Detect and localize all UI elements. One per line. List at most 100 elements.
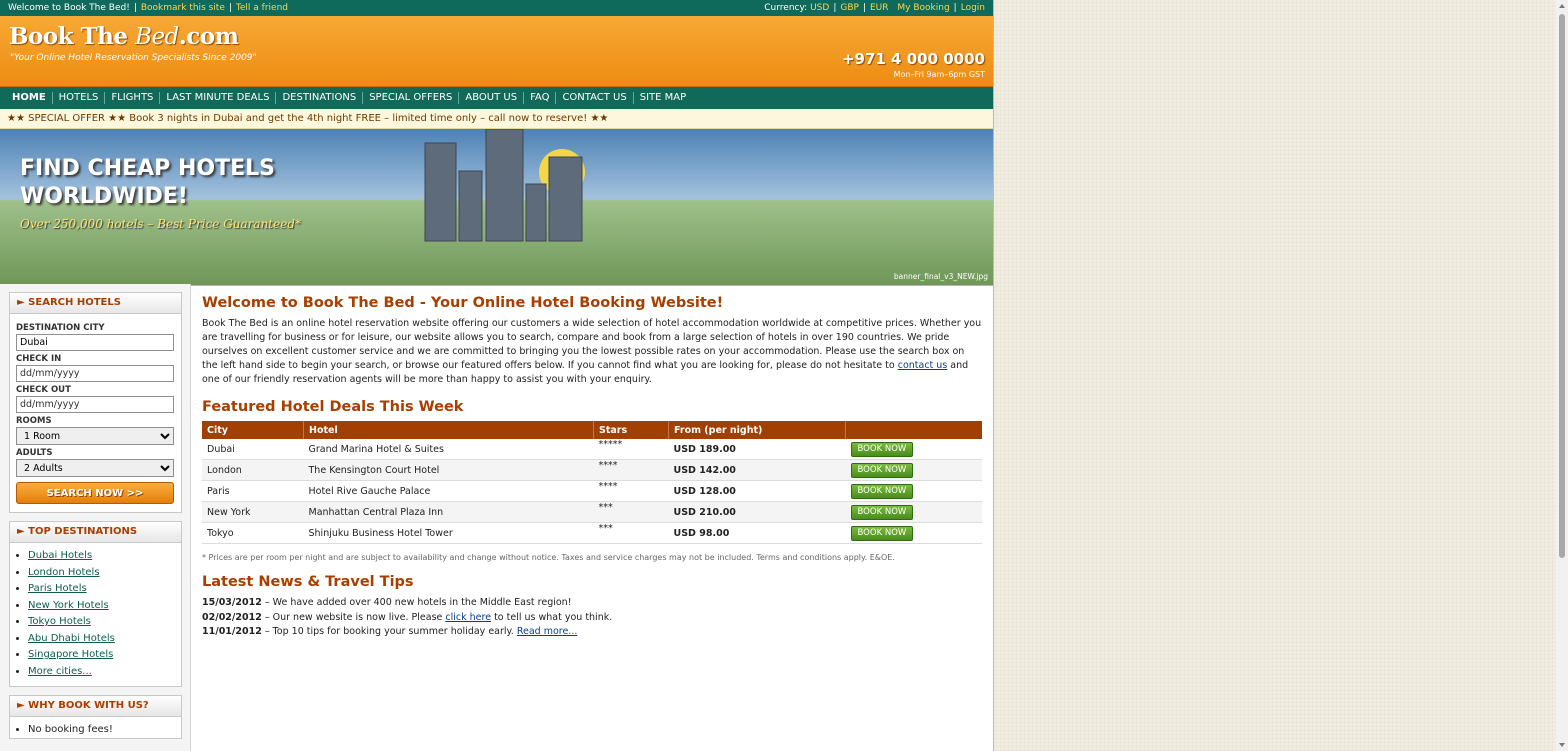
why-book-box: ► WHY BOOK WITH US? No booking fees! xyxy=(9,695,182,739)
login-link[interactable]: Login xyxy=(961,3,985,13)
banner-file-label: banner_final_v3_NEW.jpg xyxy=(893,272,988,281)
rooms-label: ROOMS xyxy=(16,416,52,426)
rooms-select[interactable]: 1 Room xyxy=(16,427,174,445)
contact-us-link[interactable]: contact us xyxy=(898,360,948,371)
nav-hotels[interactable]: HOTELS xyxy=(53,92,106,104)
currency-gbp-link[interactable]: GBP xyxy=(840,3,859,13)
top-bar-right: Currency: USD | GBP | EUR My Booking | Login xyxy=(764,3,985,13)
table-row: New York Manhattan Central Plaza Inn ***… xyxy=(202,501,982,523)
dest-link-new-york[interactable]: New York Hotels xyxy=(28,600,109,611)
deal-stars: **** xyxy=(593,480,669,502)
nav-destinations[interactable]: DESTINATIONS xyxy=(276,92,364,104)
adults-label: ADULTS xyxy=(16,448,53,458)
deal-price: USD 128.00 xyxy=(668,480,846,502)
deal-stars: *** xyxy=(593,522,669,544)
deals-table: City Hotel Stars From (per night) Dubai … xyxy=(202,421,982,544)
deal-hotel: The Kensington Court Hotel xyxy=(303,459,594,481)
destination-input[interactable] xyxy=(16,334,174,351)
deal-hotel: Grand Marina Hotel & Suites xyxy=(303,439,594,460)
scroll-up-icon[interactable] xyxy=(1559,4,1565,8)
currency-usd-link[interactable]: USD xyxy=(810,3,829,13)
site-logo[interactable]: Book The Bed.com xyxy=(9,23,239,50)
book-now-button[interactable]: BOOK NOW xyxy=(850,441,914,457)
search-now-button[interactable]: SEARCH NOW >> xyxy=(16,482,174,504)
nav-special-offers[interactable]: SPECIAL OFFERS xyxy=(363,92,460,104)
check-in-input[interactable] xyxy=(16,365,174,382)
dest-link-london[interactable]: London Hotels xyxy=(28,567,100,578)
page-scrollbar[interactable] xyxy=(1556,0,1568,751)
table-row: Paris Hotel Rive Gauche Palace **** USD … xyxy=(202,480,982,502)
deal-hotel: Manhattan Central Plaza Inn xyxy=(303,501,594,523)
header: Book The Bed.com "Your Online Hotel Rese… xyxy=(0,16,993,87)
check-out-input[interactable] xyxy=(16,396,174,413)
phone-number: +971 4 000 0000 xyxy=(841,50,985,68)
bookmark-link[interactable]: Bookmark this site xyxy=(141,3,225,13)
dest-link-abu-dhabi[interactable]: Abu Dhabi Hotels xyxy=(28,633,115,644)
tower-shape xyxy=(458,170,483,242)
read-more-link[interactable]: Read more... xyxy=(517,626,578,637)
tower-shape xyxy=(548,156,583,242)
nav-site-map[interactable]: SITE MAP xyxy=(634,92,692,104)
adults-select[interactable]: 2 Adults xyxy=(16,459,174,477)
deal-city: New York xyxy=(202,501,304,523)
list-item: London Hotels xyxy=(28,565,181,582)
scrollbar-thumb[interactable] xyxy=(1559,14,1565,558)
currency-eur-link[interactable]: EUR xyxy=(870,3,889,13)
news-item: 11/01/2012 – Top 10 tips for booking you… xyxy=(202,626,578,637)
list-item: More cities... xyxy=(28,664,181,681)
click-here-link[interactable]: click here xyxy=(445,612,491,623)
nav-contact-us[interactable]: CONTACT US xyxy=(556,92,634,104)
check-in-label: CHECK IN xyxy=(16,354,62,364)
list-item: Tokyo Hotels xyxy=(28,614,181,631)
dest-link-dubai[interactable]: Dubai Hotels xyxy=(28,550,92,561)
table-row: Dubai Grand Marina Hotel & Suites ***** … xyxy=(202,439,982,460)
news-date: 02/02/2012 xyxy=(202,611,262,623)
news-heading: Latest News & Travel Tips xyxy=(202,574,414,590)
list-item: Dubai Hotels xyxy=(28,548,181,565)
destination-label: DESTINATION CITY xyxy=(16,323,105,333)
why-book-heading: ► WHY BOOK WITH US? xyxy=(10,696,181,717)
deal-stars: *** xyxy=(593,501,669,523)
main-nav: HOME HOTELS FLIGHTS LAST MINUTE DEALS DE… xyxy=(0,87,993,109)
book-now-button[interactable]: BOOK NOW xyxy=(850,462,914,478)
main-content: Welcome to Book The Bed - Your Online Ho… xyxy=(202,284,982,640)
sidebar: ► SEARCH HOTELS DESTINATION CITY CHECK I… xyxy=(0,284,191,751)
book-now-button[interactable]: BOOK NOW xyxy=(850,504,914,520)
news-date: 15/03/2012 xyxy=(202,597,262,608)
table-row: Tokyo Shinjuku Business Hotel Tower *** … xyxy=(202,522,982,544)
banner-subtitle: Over 250,000 hotels – Best Price Guarant… xyxy=(20,217,302,231)
top-bar-left: Welcome to Book The Bed! | Bookmark this s… xyxy=(8,3,288,13)
welcome-text: Welcome to Book The Bed! xyxy=(8,3,130,13)
nav-home[interactable]: HOME xyxy=(6,92,53,104)
dest-link-tokyo[interactable]: Tokyo Hotels xyxy=(28,616,91,627)
book-now-button[interactable]: BOOK NOW xyxy=(850,483,914,499)
table-header-row: City Hotel Stars From (per night) xyxy=(202,421,982,439)
promo-ticker[interactable]: ★★ SPECIAL OFFER ★★ Book 3 nights in Dub… xyxy=(0,109,993,129)
deal-city: Tokyo xyxy=(202,522,304,544)
list-item: Singapore Hotels xyxy=(28,647,181,664)
dest-link-paris[interactable]: Paris Hotels xyxy=(28,583,87,594)
tower-shape xyxy=(525,183,547,242)
nav-about-us[interactable]: ABOUT US xyxy=(459,92,525,104)
destinations-list: Dubai Hotels London Hotels Paris Hotels … xyxy=(10,548,181,680)
deal-city: Dubai xyxy=(202,439,304,460)
nav-flights[interactable]: FLIGHTS xyxy=(105,92,161,104)
top-bar: Welcome to Book The Bed! | Bookmark this s… xyxy=(0,0,993,16)
nav-faq[interactable]: FAQ xyxy=(524,92,557,104)
scroll-down-icon[interactable] xyxy=(1559,743,1565,747)
hero-banner: FIND CHEAP HOTELS WORLDWIDE! Over 250,00… xyxy=(0,129,993,286)
nav-last-minute-deals[interactable]: LAST MINUTE DEALS xyxy=(160,92,277,104)
dest-link-more-cities[interactable]: More cities... xyxy=(28,666,92,677)
tower-shape xyxy=(424,142,457,242)
book-now-button[interactable]: BOOK NOW xyxy=(850,525,914,541)
tower-shape xyxy=(485,129,524,242)
deal-city: London xyxy=(202,459,304,481)
opening-hours: Mon–Fri 9am–6pm GST xyxy=(893,70,985,79)
dest-link-singapore[interactable]: Singapore Hotels xyxy=(28,649,113,660)
intro-paragraph: Book The Bed is an online hotel reservat… xyxy=(202,318,982,385)
my-booking-link[interactable]: My Booking xyxy=(897,3,949,13)
deal-price: USD 210.00 xyxy=(668,501,846,523)
why-book-list: No booking fees! xyxy=(10,722,181,738)
page: Welcome to Book The Bed! | Bookmark this s… xyxy=(0,0,994,751)
tell-friend-link[interactable]: Tell a friend xyxy=(236,3,288,13)
